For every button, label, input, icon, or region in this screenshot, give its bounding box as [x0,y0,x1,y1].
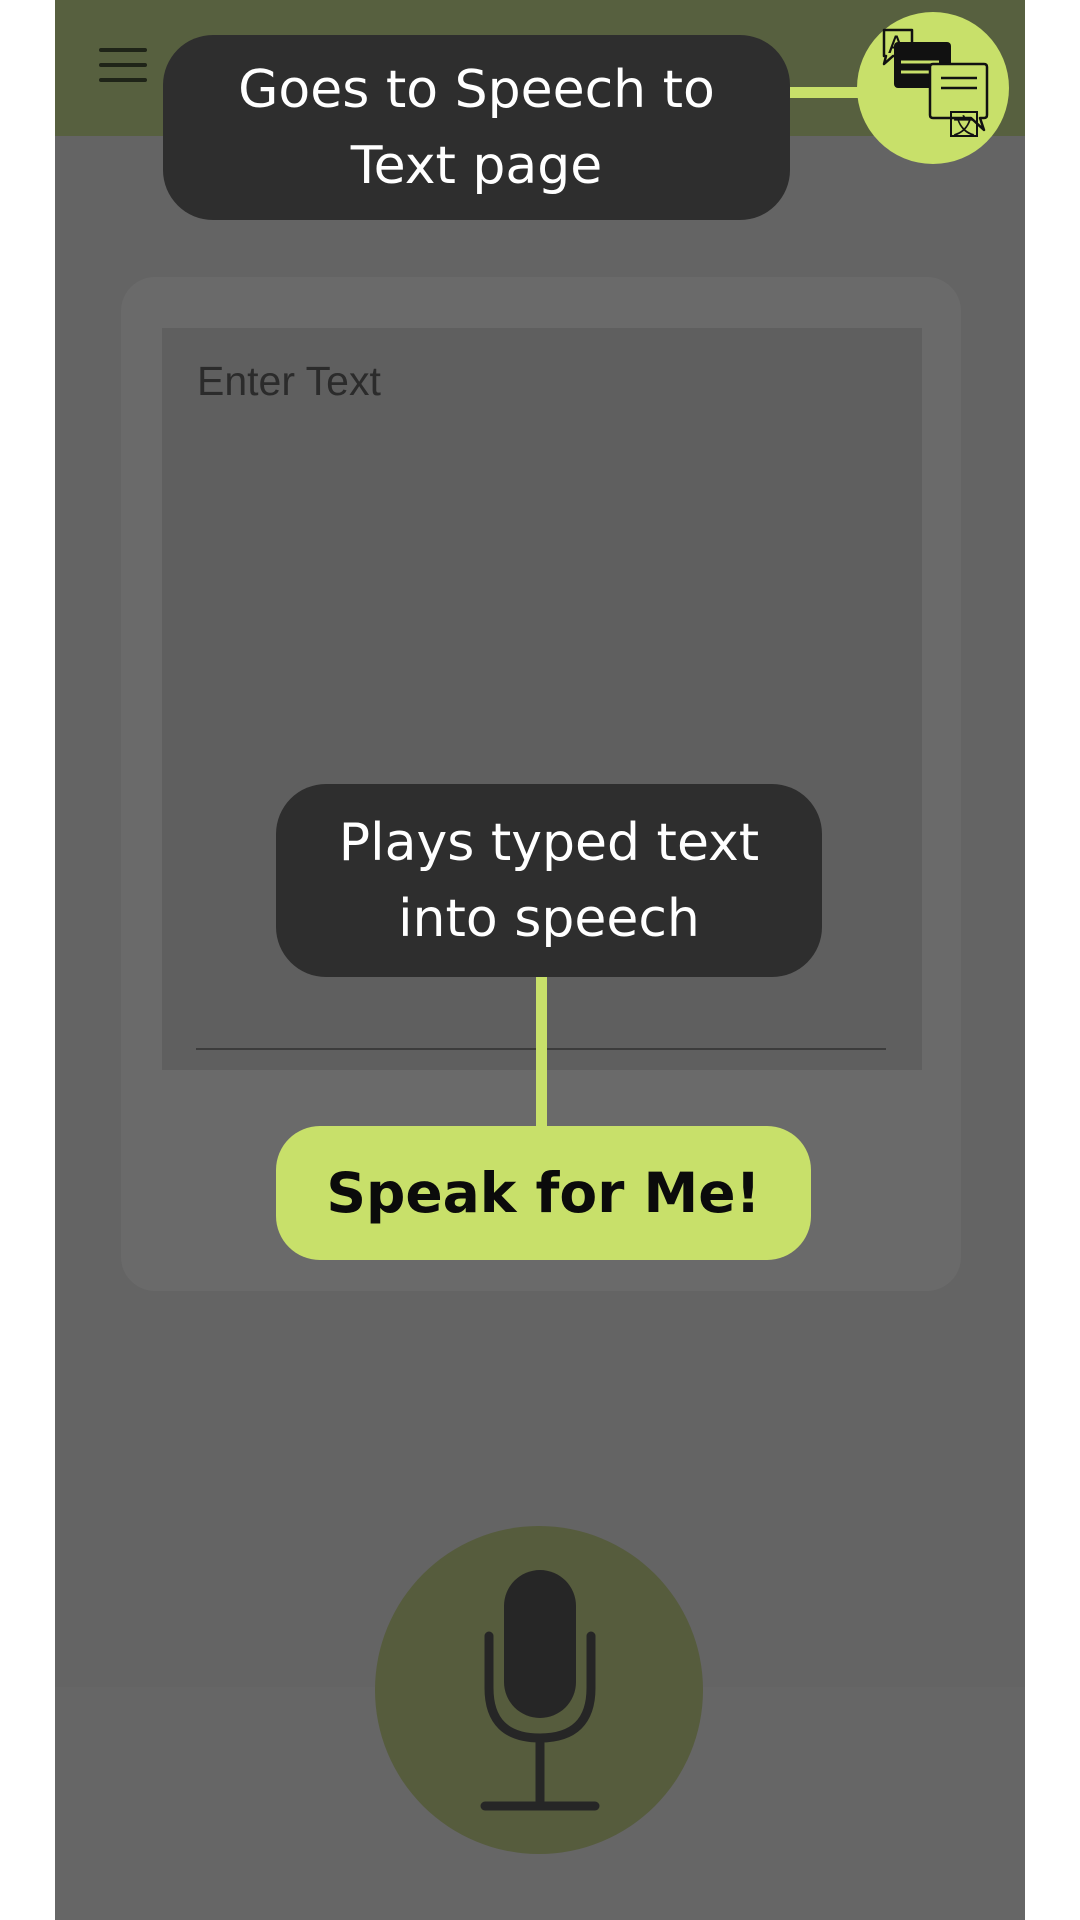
mic-button[interactable] [375,1526,703,1854]
phone-screen: Enter Text Speak for Me! A 文 [55,0,1025,1920]
translate-icon: A 文 [882,28,989,140]
text-input-placeholder: Enter Text [197,358,381,404]
microphone-icon [480,1570,600,1811]
speech-to-text-tooltip: Goes to Speech to Text page [163,35,790,220]
speech-to-text-nav-button[interactable]: A 文 [857,12,1009,164]
translate-tooltip-connector [788,87,863,98]
speak-tooltip-connector [536,976,547,1126]
speak-for-me-button[interactable]: Speak for Me! [276,1126,811,1260]
speak-button-tooltip: Plays typed text into speech [276,784,822,977]
hamburger-menu-icon[interactable] [99,48,147,84]
